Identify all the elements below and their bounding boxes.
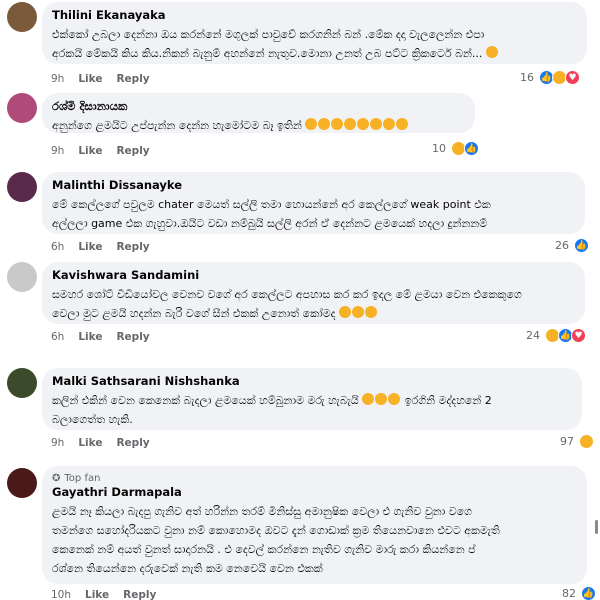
comment-line: බලාගෙත්ත හැකි. (52, 413, 133, 426)
reaction-count: 10 (432, 142, 446, 155)
like-button[interactable]: Like (78, 331, 102, 343)
emoji-icon (352, 306, 365, 318)
comment-actions: 6h Like Reply (51, 331, 150, 343)
comment-text: එක්කෝ උබලා දෙන්නා ඔය කරන්නේ මගුලක් පාවුව… (52, 25, 577, 63)
love-reaction-icon: ♥ (571, 328, 586, 343)
comment-bubble: Kavishwara Sandamini සමහර ශෝට් වීඩියෝවල … (42, 262, 585, 324)
reaction-summary[interactable]: 16 👍 ♥ (520, 70, 580, 85)
avatar[interactable] (7, 368, 37, 398)
comment-author[interactable]: Gayathri Darmapala (52, 485, 577, 500)
comment-bubble: Thilini Ekanayaka එක්කෝ උබලා දෙන්නා ඔය ක… (42, 2, 587, 64)
comment-actions: 9h Like Reply (51, 145, 150, 157)
comment-bubble: රශ්මි දිසානායක අනුන්ගෙ ළමයිට උප්පැන්න දෙ… (42, 93, 475, 133)
comment-author[interactable]: Thilini Ekanayaka (52, 8, 577, 23)
comment-text: කලින් එකින් වෙන කෙනෙක් බැදලා ළමයෙක් හම්බ… (52, 391, 572, 429)
comment-line: තමන්ගෙ සහෝදරියකට වුනා නම් කොහොමද ඔවට දැන… (52, 524, 500, 537)
reply-button[interactable]: Reply (116, 331, 149, 343)
comment-line: මේ කෙල්ලගේ පවුලම chater මෙයත් සල්ලි තමා … (52, 198, 491, 211)
comment-line: වෙලා මුට ළමයි හදන්න බැරි වගේ සීන් එකක් උ… (52, 304, 575, 323)
reply-button[interactable]: Reply (116, 437, 149, 449)
comment-author[interactable]: Kavishwara Sandamini (52, 268, 575, 283)
emoji-icon (396, 118, 409, 130)
comment-text: සමහර ශෝට් වීඩියෝවල වෙනව වගේ අර කෙල්ලට අප… (52, 285, 575, 323)
reaction-count: 97 (560, 435, 574, 448)
like-reaction-icon: 👍 (464, 141, 479, 156)
reaction-count: 16 (520, 71, 534, 84)
comment-text: ළමයි නෑ කියලා බැදපු ගැනිව අත් හරින්න තරම… (52, 502, 577, 578)
comment-line: ළමයි නෑ කියලා බැදපු ගැනිව අත් හරින්න තරම… (52, 505, 473, 518)
comment-actions: 9h Like Reply (51, 73, 150, 85)
comment-author[interactable]: Malinthi Dissanayke (52, 178, 575, 193)
comment-time[interactable]: 9h (51, 437, 64, 449)
comment-line: අල්ලලා game එක ගැහුවා.ඔයිට වඩා නම්බුයි ස… (52, 217, 488, 230)
emoji-icon (383, 118, 396, 130)
reaction-summary[interactable]: 10 👍 (432, 141, 479, 156)
comment-actions: 10h Like Reply (51, 589, 156, 600)
emoji-icon (331, 118, 344, 130)
haha-reaction-icon (579, 434, 594, 449)
comment-line: එක්කෝ උබලා දෙන්නා ඔය කරන්නේ මගුලක් පාවුව… (52, 28, 485, 41)
reply-button[interactable]: Reply (116, 73, 149, 85)
comment-line: කෙනෙක් නම් අයත් වුනත් සාදාරනයි . එ දෙවල්… (52, 543, 476, 556)
like-reaction-icon: 👍 (581, 586, 596, 600)
comment-line: සමහර ශෝට් වීඩියෝවල වෙනව වගේ අර කෙල්ලට අප… (52, 288, 522, 301)
emoji-icon (305, 118, 318, 130)
comment-actions: 9h Like Reply (51, 437, 150, 449)
reply-button[interactable]: Reply (123, 589, 156, 600)
reaction-count: 82 (562, 587, 576, 600)
like-reaction-icon: 👍 (574, 238, 589, 253)
emoji-icon (375, 393, 388, 405)
comment-line: කලින් එකින් වෙන කෙනෙක් බැදලා ළමයෙක් හම්බ… (52, 393, 492, 407)
reaction-summary[interactable]: 26 👍 (555, 238, 589, 253)
comment-time[interactable]: 6h (51, 241, 64, 253)
like-button[interactable]: Like (78, 73, 102, 85)
emoji-icon (388, 393, 401, 405)
emoji-icon (339, 306, 352, 318)
top-fan-badge: ✪ Top fan (52, 473, 101, 484)
comment-time[interactable]: 9h (51, 73, 64, 85)
comment-bubble: Malki Sathsarani Nishshanka කලින් එකින් … (42, 368, 582, 430)
comment-line: අනුන්ගෙ ළමයිට උප්පැන්න දෙන්න හැමෝටම බෑ ඉ… (52, 119, 302, 132)
reply-button[interactable]: Reply (116, 241, 149, 253)
avatar[interactable] (7, 262, 37, 292)
reaction-summary[interactable]: 97 (560, 434, 594, 449)
comment-line: රශ්නෙ තියෙන්නෙ දරුවෙක් නැති කම නෙවෙයි වෙ… (52, 562, 323, 575)
reply-button[interactable]: Reply (116, 145, 149, 157)
comment-author[interactable]: Malki Sathsarani Nishshanka (52, 374, 572, 389)
top-fan-icon: ✪ (52, 473, 61, 484)
comment-text: අනුන්ගෙ ළමයිට උප්පැන්න දෙන්න හැමෝටම බෑ ඉ… (52, 116, 465, 135)
reaction-summary[interactable]: 82 👍 (562, 586, 596, 600)
like-button[interactable]: Like (78, 241, 102, 253)
emoji-icon (357, 118, 370, 130)
comment-text: මේ කෙල්ලගේ පවුලම chater මෙයත් සල්ලි තමා … (52, 195, 575, 233)
comment-bubble: ✪ Top fan Gayathri Darmapala ළමයි නෑ කියල… (42, 466, 587, 584)
reaction-count: 26 (555, 239, 569, 252)
comment-time[interactable]: 10h (51, 589, 71, 600)
scrollbar[interactable] (595, 520, 598, 534)
emoji-icon (365, 306, 378, 318)
emoji-icon (485, 46, 498, 58)
emoji-icon (318, 118, 331, 130)
comment-bubble: Malinthi Dissanayke මේ කෙල්ලගේ පවුලම cha… (42, 172, 585, 234)
emoji-icon (344, 118, 357, 130)
avatar[interactable] (7, 468, 37, 498)
avatar[interactable] (7, 172, 37, 202)
comment-line: අරකයි මේකයි කිය කිය.නිකන් බැනුම් අහන්නේ … (52, 44, 577, 63)
emoji-icon (362, 393, 375, 405)
like-button[interactable]: Like (78, 145, 102, 157)
like-button[interactable]: Like (78, 437, 102, 449)
comment-actions: 6h Like Reply (51, 241, 150, 253)
emoji-icon (370, 118, 383, 130)
reaction-count: 24 (526, 329, 540, 342)
comment-time[interactable]: 9h (51, 145, 64, 157)
avatar[interactable] (7, 93, 37, 123)
like-button[interactable]: Like (85, 589, 109, 600)
reaction-summary[interactable]: 24 👍 ♥ (526, 328, 586, 343)
love-reaction-icon: ♥ (565, 70, 580, 85)
comment-time[interactable]: 6h (51, 331, 64, 343)
comment-author[interactable]: රශ්මි දිසානායක (52, 99, 465, 114)
avatar[interactable] (7, 2, 37, 32)
